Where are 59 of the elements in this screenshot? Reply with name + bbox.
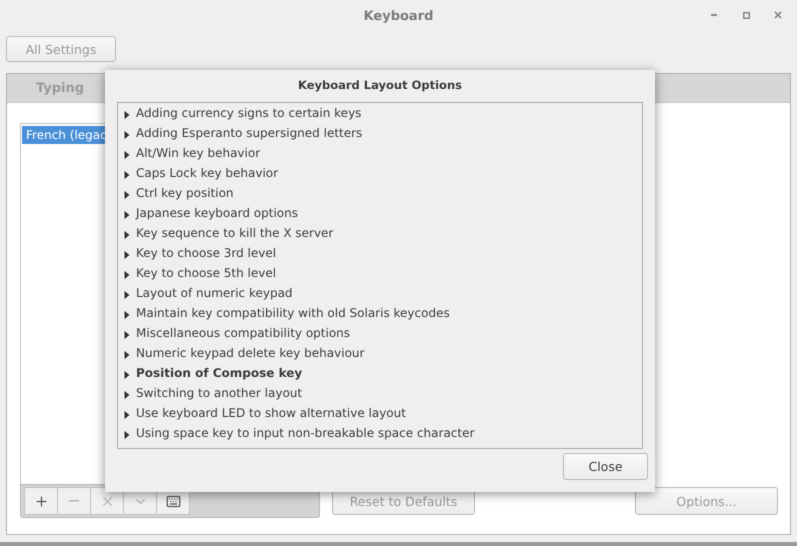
tree-row[interactable]: Maintain key compatibility with old Solaris keycodes bbox=[118, 303, 642, 323]
option-label: Caps Lock key behavior bbox=[136, 166, 278, 180]
option-label: Position of Compose key bbox=[136, 366, 302, 380]
option-label: Key to choose 3rd level bbox=[136, 246, 276, 260]
expander-icon[interactable] bbox=[124, 391, 130, 399]
tree-row[interactable]: Caps Lock key behavior bbox=[118, 163, 642, 183]
tree-row[interactable]: Adding currency signs to certain keys bbox=[118, 103, 642, 123]
tree-row[interactable]: Use keyboard LED to show alternative layout bbox=[118, 403, 642, 423]
option-label: Alt/Win key behavior bbox=[136, 146, 260, 160]
tree-row[interactable]: Using space key to input non-breakable space character bbox=[118, 423, 642, 443]
tree-row[interactable]: Layout of numeric keypad bbox=[118, 283, 642, 303]
tree-row[interactable]: Alt/Win key behavior bbox=[118, 143, 642, 163]
expander-icon[interactable] bbox=[124, 211, 130, 219]
minus-icon bbox=[69, 500, 79, 502]
option-label: Layout of numeric keypad bbox=[136, 286, 293, 300]
tree-row[interactable]: Key to choose 5th level bbox=[118, 263, 642, 283]
tree-row[interactable]: Japanese keyboard options bbox=[118, 203, 642, 223]
tree-row[interactable]: Miscellaneous compatibility options bbox=[118, 323, 642, 343]
expander-icon[interactable] bbox=[124, 311, 130, 319]
tree-row[interactable]: Ctrl key position bbox=[118, 183, 642, 203]
expander-icon[interactable] bbox=[124, 371, 130, 379]
option-label: Japanese keyboard options bbox=[136, 206, 298, 220]
expander-icon[interactable] bbox=[124, 331, 130, 339]
option-label: Adding Esperanto supersigned letters bbox=[136, 126, 362, 140]
expander-icon[interactable] bbox=[124, 131, 130, 139]
expander-icon[interactable] bbox=[124, 111, 130, 119]
option-label: Switching to another layout bbox=[136, 386, 302, 400]
expander-icon[interactable] bbox=[124, 431, 130, 439]
option-label: Miscellaneous compatibility options bbox=[136, 326, 350, 340]
dialog-title: Keyboard Layout Options bbox=[298, 78, 462, 92]
tree-row[interactable]: Key sequence to kill the X server bbox=[118, 223, 642, 243]
expander-icon[interactable] bbox=[124, 191, 130, 199]
option-label: Use keyboard LED to show alternative layout bbox=[136, 406, 406, 420]
expander-icon[interactable] bbox=[124, 351, 130, 359]
close-icon[interactable] bbox=[773, 10, 783, 20]
option-label: Key to choose 5th level bbox=[136, 266, 276, 280]
tree-row[interactable]: Adding Esperanto supersigned letters bbox=[118, 123, 642, 143]
expander-icon[interactable] bbox=[124, 251, 130, 259]
maximize-icon[interactable] bbox=[741, 10, 751, 20]
plus-icon bbox=[34, 494, 48, 508]
option-label: Key sequence to kill the X server bbox=[136, 226, 334, 240]
option-label: Maintain key compatibility with old Solaris keycodes bbox=[136, 306, 450, 320]
expander-icon[interactable] bbox=[124, 271, 130, 279]
expander-icon[interactable] bbox=[124, 291, 130, 299]
option-label: Ctrl key position bbox=[136, 186, 234, 200]
tree-row[interactable]: Key to choose 3rd level bbox=[118, 243, 642, 263]
tree-row[interactable]: Switching to another layout bbox=[118, 383, 642, 403]
tree-row[interactable]: Position of Compose key bbox=[118, 363, 642, 383]
keyboard-icon bbox=[166, 494, 180, 508]
expander-icon[interactable] bbox=[124, 411, 130, 419]
option-label: Adding currency signs to certain keys bbox=[136, 106, 362, 120]
option-label: Using space key to input non-breakable space character bbox=[136, 426, 474, 440]
tree-row[interactable]: Numeric keypad delete key behaviour bbox=[118, 343, 642, 363]
window-title: Keyboard bbox=[364, 8, 434, 24]
close-button[interactable]: Close bbox=[563, 453, 648, 480]
expander-icon[interactable] bbox=[124, 151, 130, 159]
expander-icon[interactable] bbox=[124, 171, 130, 179]
expander-icon[interactable] bbox=[124, 231, 130, 239]
option-label: Numeric keypad delete key behaviour bbox=[136, 346, 364, 360]
